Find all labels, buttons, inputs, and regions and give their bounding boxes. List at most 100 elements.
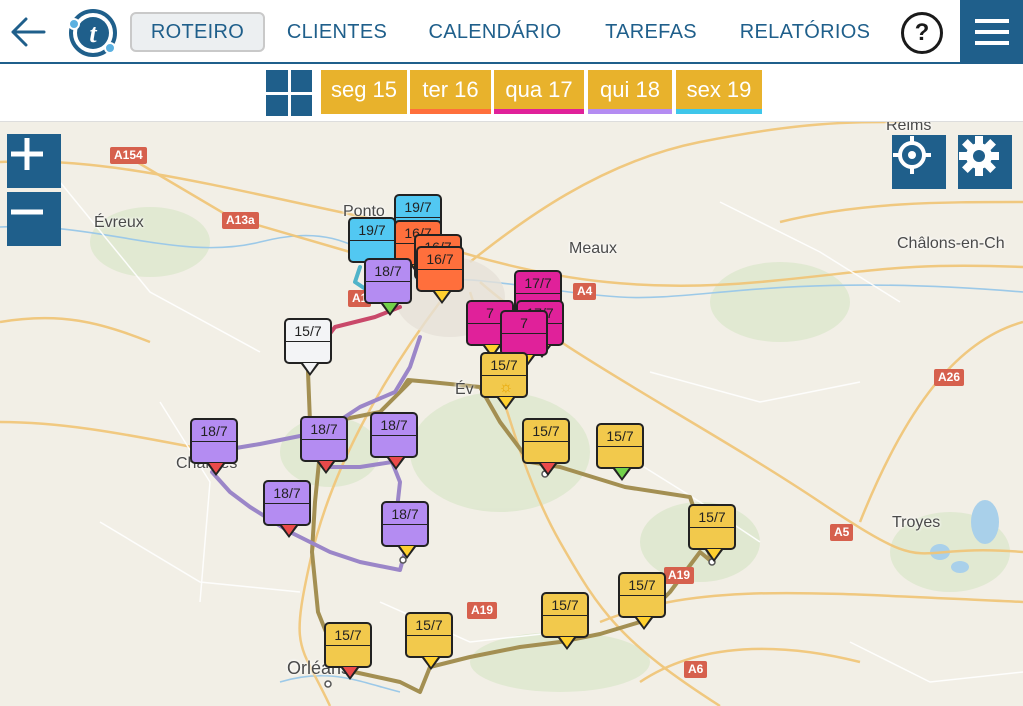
road-badge-a154: A154 [110,147,147,164]
road-badge-a4: A4 [573,283,597,300]
marker-date-label: 18/7 [192,420,236,442]
marker-pointer [422,657,440,670]
marker-pointer [497,397,515,410]
marker-date-label: 18/7 [383,503,427,525]
route-stop-marker[interactable]: 18/7 [364,258,412,316]
hamburger-icon [974,19,1009,45]
marker-date-label: 15/7 [326,624,370,646]
marker-date-label: 15/7 [543,594,587,616]
marker-date-label: 18/7 [372,414,416,436]
day-chip-sex-19[interactable]: sex 19 [676,70,762,114]
marker-pointer [301,363,319,376]
route-stop-marker[interactable]: 15/7 [596,423,644,481]
map-settings-button[interactable] [958,135,1012,189]
route-stop-marker[interactable]: 7 [500,310,548,368]
marker-date-label: 7 [502,312,546,334]
route-stop-marker[interactable]: 15/7 [324,622,372,680]
marker-date-label: 15/7 [482,354,526,376]
city-label-chalons: Châlons-en-Ch [897,235,1005,252]
grid-icon [266,70,288,92]
marker-pointer [705,549,723,562]
tab-clientes[interactable]: CLIENTES [282,12,392,52]
route-stop-marker[interactable]: 15/7 [405,612,453,670]
marker-date-label: 18/7 [366,260,410,282]
road-badge-a6: A6 [684,661,708,678]
day-chip-ter-16[interactable]: ter 16 [410,70,491,114]
help-button[interactable]: ? [901,12,943,54]
marker-date-label: 15/7 [524,420,568,442]
city-label-meaux: Meaux [569,240,618,257]
week-grid-button[interactable] [266,70,312,116]
route-stop-marker[interactable]: 18/7 [381,501,429,559]
app-logo: t [68,8,118,58]
route-stop-marker[interactable]: 19/7 [348,217,396,275]
zoom-out-button[interactable] [7,192,61,246]
route-stop-marker[interactable]: 15/7 [284,318,332,376]
route-stop-marker[interactable]: 15/7 [541,592,589,650]
route-map[interactable]: Reims Évreux Ponto Meaux Châlons-en-Ch C… [0,122,1023,706]
crosshair-icon [893,136,931,174]
road-badge-a19-east: A19 [664,567,695,584]
route-stop-marker[interactable]: 18/7 [190,418,238,476]
logo-letter: t [89,19,97,48]
day-chip-qui-18[interactable]: qui 18 [588,70,672,114]
tab-calendario[interactable]: CALENDÁRIO [420,12,570,52]
gear-icon [959,136,999,176]
city-label-troyes: Troyes [892,514,941,531]
route-stop-marker[interactable]: 18/7 [300,416,348,474]
route-stop-marker[interactable]: 16/7 [416,246,464,304]
day-chip-seg-15[interactable]: seg 15 [321,70,407,114]
marker-pointer [558,637,576,650]
marker-date-label: 17/7 [516,272,560,294]
marker-pointer [387,457,405,470]
day-chip-qua-17[interactable]: qua 17 [494,70,584,114]
marker-date-label: 15/7 [620,574,664,596]
route-stop-marker[interactable]: 15/7 ☼ [480,352,528,410]
road-badge-a13a: A13a [222,212,259,229]
tab-tarefas[interactable]: TAREFAS [598,12,704,52]
marker-pointer [341,667,359,680]
zoom-in-button[interactable] [7,134,61,188]
route-stop-marker[interactable]: 15/7 [522,418,570,476]
map-tiles [0,122,1023,706]
road-badge-a5: A5 [830,524,854,541]
marker-pointer [613,468,631,481]
marker-pointer [280,525,298,538]
marker-date-label: 15/7 [690,506,734,528]
marker-date-label: 19/7 [396,196,440,218]
sun-icon: ☼ [498,379,514,396]
day-selector: seg 15 ter 16 qua 17 qui 18 sex 19 [0,66,1023,122]
marker-date-label: 15/7 [286,320,330,342]
marker-date-label: 15/7 [407,614,451,636]
road-badge-a26: A26 [934,369,965,386]
marker-date-label: 16/7 [418,248,462,270]
menu-button[interactable] [960,0,1023,64]
city-label-evreux: Évreux [94,214,144,231]
back-button[interactable] [6,10,50,54]
marker-pointer [539,463,557,476]
tab-roteiro[interactable]: ROTEIRO [130,12,265,52]
marker-pointer [398,546,416,559]
marker-date-label: 15/7 [598,425,642,447]
marker-date-label: 18/7 [302,418,346,440]
city-label-evry: Év [455,381,474,398]
route-stop-marker[interactable]: 15/7 [618,572,666,630]
route-stop-marker[interactable]: 18/7 [370,412,418,470]
marker-date-label: 19/7 [350,219,394,241]
minus-icon [11,209,43,215]
plus-icon [11,138,43,170]
route-stop-marker[interactable]: 15/7 [688,504,736,562]
marker-date-label: 18/7 [265,482,309,504]
marker-pointer [433,291,451,304]
marker-pointer [635,617,653,630]
arrow-left-icon [11,17,46,47]
route-stop-marker[interactable]: 18/7 [263,480,311,538]
road-badge-a19: A19 [467,602,498,619]
marker-pointer [317,461,335,474]
tab-relatorios[interactable]: RELATÓRIOS [730,12,880,52]
locate-button[interactable] [892,135,946,189]
top-nav: t ROTEIRO CLIENTES CALENDÁRIO TAREFAS RE… [0,0,1023,64]
marker-pointer [207,463,225,476]
marker-pointer [381,303,399,316]
city-label-reims: Reims [886,122,932,134]
